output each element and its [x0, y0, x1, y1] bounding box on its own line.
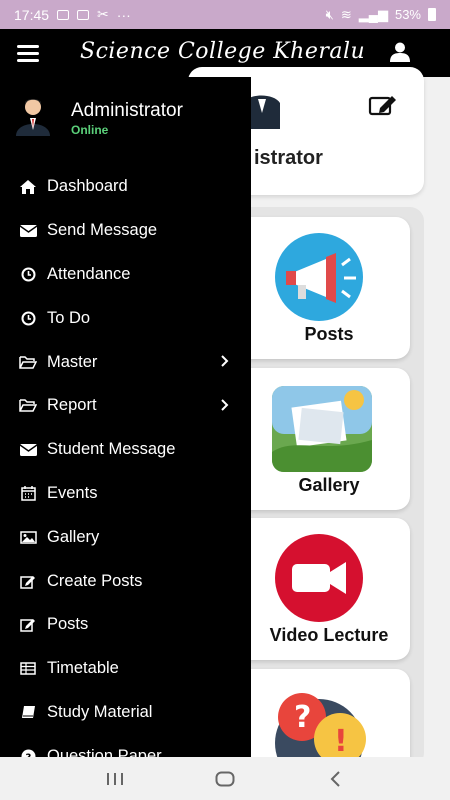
battery-percent: 53% — [394, 7, 421, 22]
drawer-user-name: Administrator — [71, 100, 183, 121]
menu-item-attendance[interactable]: Attendance — [0, 253, 251, 297]
status-bar: 17:45 ✂ ··· 🔇︎ ≋ ▂▄▆ 53% — [0, 0, 450, 29]
megaphone-icon — [275, 233, 363, 321]
menu-item-report[interactable]: Report — [0, 384, 251, 428]
drawer-header: Administrator Online — [0, 77, 251, 157]
tools-notification-icon: ✂ — [97, 6, 109, 22]
menu-item-label: Send Message — [47, 221, 158, 240]
media-notification-icon — [77, 9, 90, 20]
recent-apps-button[interactable] — [95, 764, 135, 794]
app-title: Science College Kheralu — [80, 39, 366, 64]
gallery-icon — [272, 386, 372, 472]
book-icon — [19, 704, 37, 720]
avatar — [16, 99, 50, 136]
menu-item-label: Report — [47, 396, 97, 415]
menu-item-label: Posts — [47, 615, 89, 634]
menu-item-question-paper[interactable]: ? Question Paper — [0, 734, 251, 757]
menu-item-label: Events — [47, 483, 98, 502]
menu-item-dashboard[interactable]: Dashboard — [0, 165, 251, 209]
posts-tile-label: Posts — [304, 324, 354, 344]
mute-icon: 🔇︎ — [325, 6, 334, 22]
home-icon — [19, 179, 37, 195]
more-notifications: ··· — [116, 6, 131, 23]
menu-item-posts[interactable]: Posts — [0, 603, 251, 647]
menu-item-label: Student Message — [47, 440, 176, 459]
wifi-icon: ≋ — [340, 6, 352, 22]
chevron-right-icon — [221, 399, 229, 411]
folder-open-icon — [19, 398, 37, 414]
signal-icon: ▂▄▆ — [358, 6, 388, 22]
menu-item-study-material[interactable]: Study Material — [0, 691, 251, 735]
menu-item-label: Create Posts — [47, 571, 143, 590]
edit-icon — [19, 573, 37, 589]
image-icon — [19, 529, 37, 545]
user-account-icon[interactable] — [388, 40, 412, 64]
menu-item-events[interactable]: Events — [0, 472, 251, 516]
chevron-right-icon — [221, 355, 229, 367]
navigation-drawer: Administrator Online Dashboard Send Mess… — [0, 77, 251, 757]
folder-open-icon — [19, 354, 37, 370]
menu-item-label: Question Paper — [47, 746, 162, 757]
menu-item-label: To Do — [47, 308, 91, 327]
menu-item-label: Master — [47, 352, 98, 371]
video-icon — [275, 534, 363, 622]
home-button[interactable] — [205, 764, 245, 794]
calendar-icon — [19, 485, 37, 501]
status-time: 17:45 — [14, 6, 50, 23]
gallery-notification-icon — [57, 9, 70, 20]
menu-item-to-do[interactable]: To Do — [0, 296, 251, 340]
drawer-user-status: Online — [71, 123, 109, 137]
svg-text:?: ? — [294, 700, 311, 735]
back-button[interactable] — [315, 764, 355, 794]
system-navigation-bar — [0, 757, 450, 800]
menu-item-send-message[interactable]: Send Message — [0, 209, 251, 253]
clock-icon — [19, 266, 37, 282]
svg-text:!: ! — [334, 724, 348, 759]
profile-name: istrator — [254, 147, 323, 169]
clock-icon — [19, 310, 37, 326]
edit-icon — [19, 617, 37, 633]
envelope-icon — [19, 442, 37, 458]
question-circle-icon: ? — [19, 748, 37, 757]
edit-profile-icon[interactable] — [368, 93, 398, 117]
table-icon — [19, 661, 37, 677]
menu-item-gallery[interactable]: Gallery — [0, 515, 251, 559]
gallery-tile-label: Gallery — [298, 475, 360, 495]
menu-item-label: Timetable — [47, 659, 119, 678]
menu-item-student-message[interactable]: Student Message — [0, 428, 251, 472]
menu-item-label: Study Material — [47, 702, 153, 721]
menu-item-create-posts[interactable]: Create Posts — [0, 559, 251, 603]
drawer-menu: Dashboard Send Message Attendance To Do … — [0, 165, 251, 757]
battery-icon — [428, 8, 436, 21]
menu-item-label: Gallery — [47, 527, 100, 546]
menu-item-label: Attendance — [47, 264, 131, 283]
menu-item-timetable[interactable]: Timetable — [0, 647, 251, 691]
menu-item-label: Dashboard — [47, 177, 128, 196]
envelope-icon — [19, 223, 37, 239]
video-lecture-tile-label: Video Lecture — [269, 625, 389, 645]
menu-icon[interactable] — [17, 45, 39, 62]
menu-item-master[interactable]: Master — [0, 340, 251, 384]
